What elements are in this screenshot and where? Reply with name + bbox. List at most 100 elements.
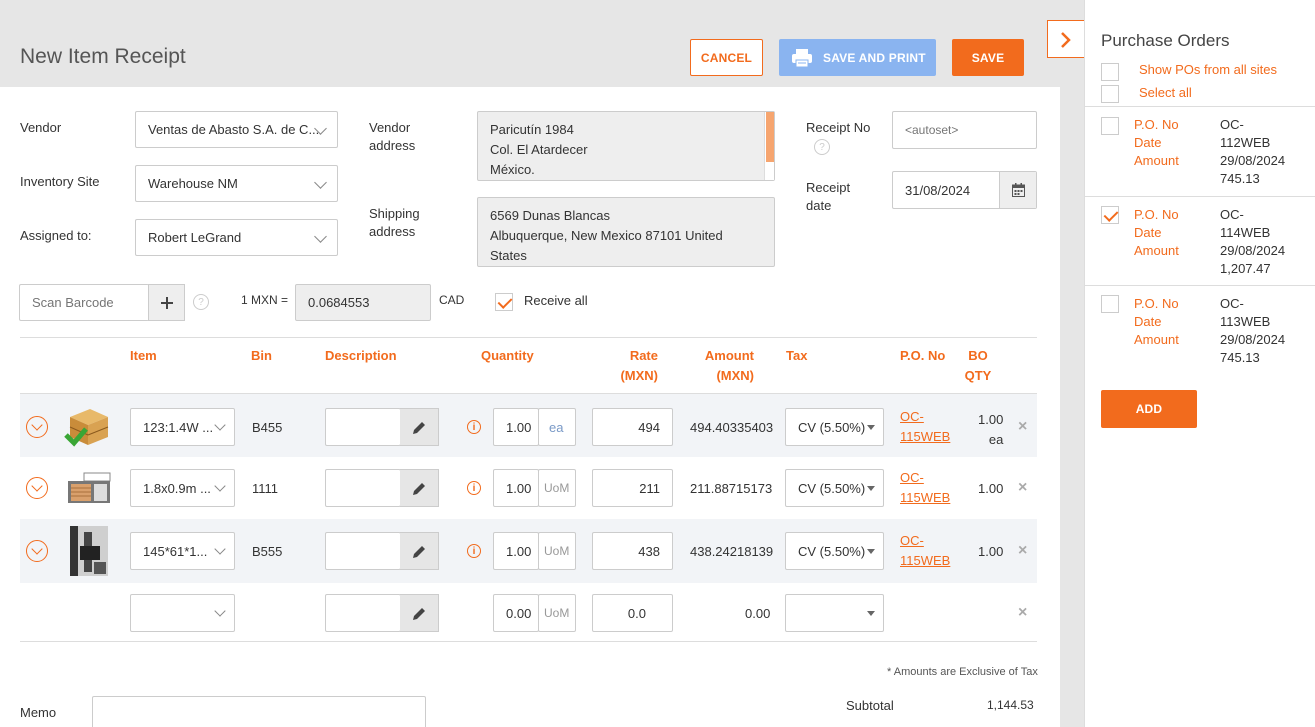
uom-input[interactable]: UoM [538,532,576,570]
close-icon[interactable]: × [1018,479,1027,497]
subtotal-value: 1,144.53 [987,698,1034,712]
po-checkbox[interactable] [1101,206,1119,224]
col-quantity: Quantity [481,348,534,363]
edit-description-button[interactable] [400,469,439,507]
info-icon[interactable]: i [467,544,481,558]
tax-value: CV (5.50%) [798,419,866,435]
select-all-label[interactable]: Select all [1139,85,1192,100]
edit-description-button[interactable] [400,594,439,632]
po-link[interactable]: OC- 115WEB [900,407,950,447]
quantity-value: 1.00 [506,480,532,496]
po-checkbox[interactable] [1101,295,1119,313]
item-thumbnail [70,526,108,576]
scrollbar[interactable] [764,112,774,180]
rate-input[interactable]: 211 [592,469,673,507]
add-po-button[interactable]: ADD [1101,390,1197,428]
close-icon[interactable]: × [1018,418,1027,436]
po-values: OC- 112WEB 29/08/2024 745.13 [1220,117,1286,186]
amount-value: 211.88715173 [690,481,773,496]
expand-row-button[interactable] [26,477,48,499]
panel-divider [1085,196,1315,197]
calendar-button[interactable] [999,172,1036,208]
po-values: OC- 114WEB 29/08/2024 1,207.47 [1220,207,1286,276]
edit-description-button[interactable] [400,532,439,570]
quantity-input[interactable]: 1.00 [493,469,539,507]
cancel-button[interactable]: CANCEL [690,39,763,76]
rate-input[interactable]: 494 [592,408,673,446]
purchase-orders-panel: Purchase Orders Show POs from all sites … [1084,0,1315,727]
memo-input[interactable] [92,696,426,727]
po-checkbox[interactable] [1101,117,1119,135]
scan-barcode-input[interactable] [19,284,149,321]
pencil-icon [412,607,425,620]
uom-input[interactable]: UoM [538,594,576,632]
add-barcode-button[interactable] [148,284,185,321]
info-icon[interactable]: i [467,481,481,495]
show-all-sites-checkbox[interactable] [1101,63,1119,81]
shipping-address-label: Shipping address [369,206,420,239]
edit-description-button[interactable] [400,408,439,446]
uom-input[interactable]: UoM [538,469,576,507]
po-link[interactable]: OC- 115WEB [900,468,950,508]
quantity-input[interactable]: 0.00 [493,594,539,632]
quantity-input[interactable]: 1.00 [493,408,539,446]
item-value: 1.8x0.9m ... [143,480,211,496]
po-link[interactable]: OC- 115WEB [900,531,950,571]
uom-input[interactable]: ea [538,408,576,446]
col-tax: Tax [786,348,808,363]
close-icon[interactable]: × [1018,604,1027,622]
assigned-value: Robert LeGrand [148,230,242,245]
vendor-select[interactable]: Ventas de Abasto S.A. de C... [135,111,338,148]
receipt-no-input[interactable] [892,111,1037,149]
rate-value: 494 [638,419,660,435]
description-input[interactable] [325,469,401,507]
tax-value: CV (5.50%) [798,543,866,559]
expand-row-button[interactable] [26,540,48,562]
show-all-sites-label[interactable]: Show POs from all sites [1139,62,1277,77]
info-icon[interactable]: i [467,420,481,434]
pencil-icon [412,421,425,434]
expand-row-button[interactable] [26,416,48,438]
quantity-input[interactable]: 1.00 [493,532,539,570]
assigned-label: Assigned to: [20,228,92,243]
rate-input[interactable]: 438 [592,532,673,570]
chevron-right-icon [1061,32,1071,48]
close-icon[interactable]: × [1018,542,1027,560]
panel-divider [1085,285,1315,286]
panel-toggle-button[interactable] [1047,20,1085,58]
site-value: Warehouse NM [148,176,238,191]
receipt-date-label: Receipt date [806,180,851,213]
calendar-icon [1011,183,1025,197]
save-button[interactable]: SAVE [952,39,1024,76]
receive-all-checkbox[interactable] [495,293,513,311]
receipt-date-value: 31/08/2024 [905,182,971,198]
select-all-checkbox[interactable] [1101,85,1119,103]
bo-qty-value: 1.00 [978,481,1004,496]
chevron-down-icon [867,425,875,430]
vendor-address-field[interactable]: Paricutín 1984 Col. El Atardecer México. [477,111,775,181]
site-select[interactable]: Warehouse NM [135,165,338,202]
save-and-print-button[interactable]: SAVE AND PRINT [779,39,936,76]
exchange-rate-label: 1 MXN = [241,293,289,307]
amount-value: 0.00 [745,606,771,621]
help-icon[interactable]: ? [193,294,209,310]
description-input[interactable] [325,408,401,446]
table-top-divider [20,337,1037,338]
plus-icon [160,296,173,309]
receive-all-label: Receive all [524,293,588,308]
chevron-down-icon [867,486,875,491]
po-labels: P.O. No Date Amount [1134,117,1179,168]
assigned-select[interactable]: Robert LeGrand [135,219,338,256]
item-thumbnail [66,471,112,505]
description-input[interactable] [325,532,401,570]
exchange-rate-value: 0.0684553 [308,295,370,310]
item-thumbnail [64,405,112,447]
rate-input[interactable]: 0.0 [592,594,673,632]
uom-value: UoM [544,606,570,620]
exchange-rate-input[interactable]: 0.0684553 [295,284,431,321]
subtotal-label: Subtotal [846,698,894,713]
page-title: New Item Receipt [20,45,186,68]
shipping-address-field[interactable]: 6569 Dunas Blancas Albuquerque, New Mexi… [477,197,775,267]
help-icon[interactable]: ? [814,139,830,155]
description-input[interactable] [325,594,401,632]
